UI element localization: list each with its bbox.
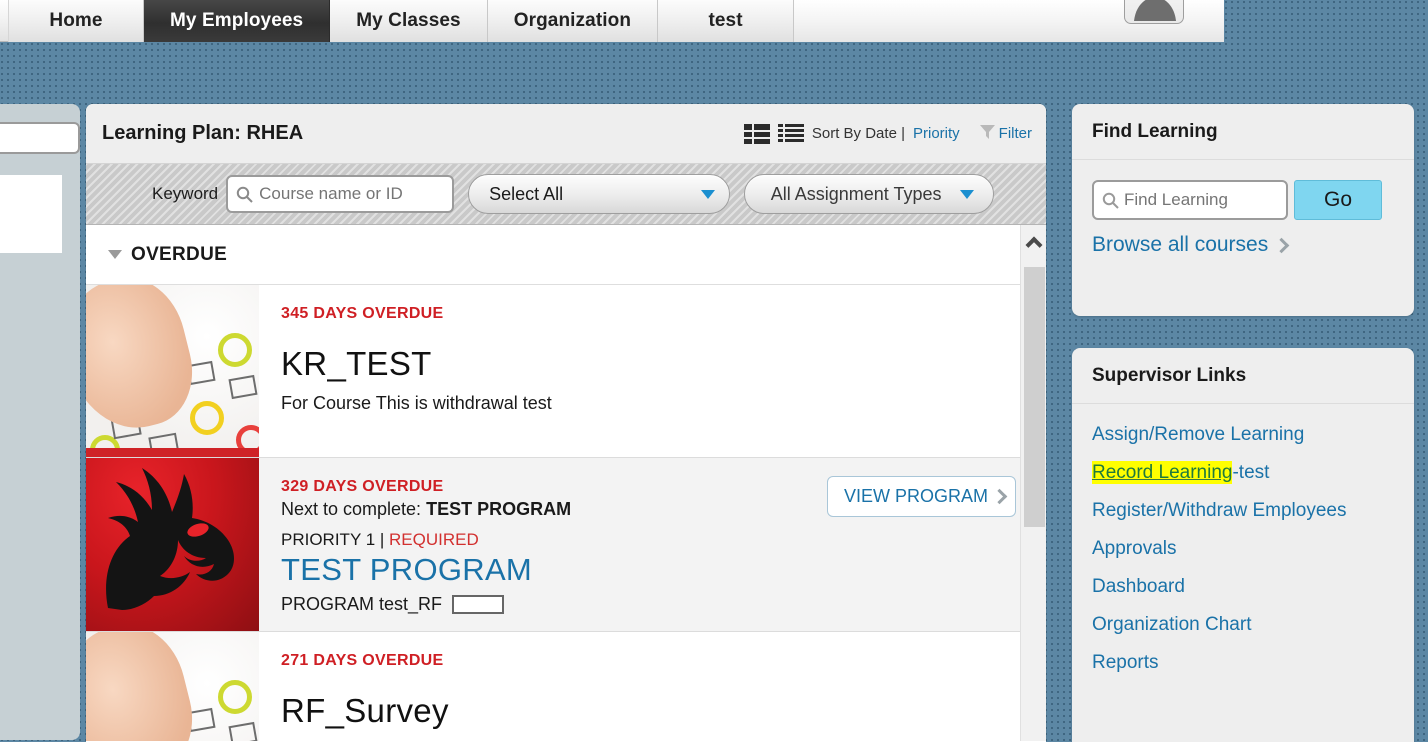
assignment-types-label: All Assignment Types [770, 183, 942, 204]
browse-all-courses-row[interactable]: Browse all courses [1092, 233, 1394, 257]
scroll-up-button[interactable] [1021, 225, 1046, 259]
learning-plan-header: Learning Plan: RHEA Sort By Date | Prior… [86, 104, 1046, 164]
find-learning-body: Go Browse all courses [1072, 160, 1414, 277]
next-to-complete-value: TEST PROGRAM [426, 499, 572, 519]
record-learning-highlighted-text: Record Learning [1092, 461, 1233, 484]
course-title: KR_TEST [281, 345, 432, 382]
course-details: 329 DAYS OVERDUE Next to complete: TEST … [259, 458, 1046, 631]
record-learning-suffix: -test [1232, 462, 1270, 483]
select-all-dropdown[interactable]: Select All [468, 174, 731, 214]
tab-organization[interactable]: Organization [487, 0, 659, 42]
nav-tabs: Home My Employees My Classes Organizatio… [8, 0, 795, 42]
chevron-down-icon [959, 189, 974, 199]
sidebar-item-assign-remove-learning[interactable]: Assign/Remove Learning [1092, 424, 1304, 446]
sidebar-item-organization-chart[interactable]: Organization Chart [1092, 614, 1251, 636]
find-learning-input[interactable] [1122, 189, 1272, 211]
filter-bar: Keyword Select All All Assignment Types [86, 164, 1046, 225]
course-description: PROGRAM test_RF [281, 594, 443, 614]
view-program-button[interactable]: VIEW PROGRAM [826, 476, 1016, 517]
select-all-label: Select All [489, 183, 564, 204]
left-partial-input[interactable] [0, 122, 80, 154]
view-program-label: VIEW PROGRAM [843, 486, 988, 506]
course-details: 271 DAYS OVERDUE RF_Survey [259, 632, 1046, 741]
tab-home[interactable]: Home [8, 0, 144, 42]
status-badge: 345 DAYS OVERDUE [281, 305, 444, 322]
left-partial-box [0, 175, 62, 253]
assignment-types-dropdown[interactable]: All Assignment Types [744, 174, 995, 214]
keyword-label: Keyword [152, 184, 219, 203]
sidebar-item-approvals[interactable]: Approvals [1092, 538, 1177, 560]
chevron-right-icon [991, 488, 1008, 505]
browse-all-courses-link[interactable]: Browse all courses [1092, 233, 1268, 257]
triangle-down-icon[interactable] [108, 250, 122, 259]
page-root: Home My Employees My Classes Organizatio… [0, 0, 1428, 742]
course-details: 345 DAYS OVERDUE KR_TEST For Course This… [259, 285, 1046, 457]
supervisor-links-panel: Supervisor Links Assign/Remove Learning … [1072, 348, 1414, 742]
supervisor-links-body: Assign/Remove Learning Record Learning-t… [1072, 404, 1414, 710]
program-input-field[interactable] [452, 595, 505, 614]
group-header-overdue[interactable]: OVERDUE [86, 225, 1046, 285]
sort-by-date-label: Sort By Date | [811, 125, 905, 142]
find-learning-field[interactable] [1092, 180, 1288, 220]
tab-test[interactable]: test [658, 0, 795, 42]
next-to-complete-label: Next to complete: [281, 499, 422, 519]
header-tools: Sort By Date | Priority Filter [743, 104, 1032, 163]
keyword-search-field[interactable] [226, 175, 455, 213]
chevron-right-icon [1273, 237, 1290, 253]
status-badge: 271 DAYS OVERDUE [281, 652, 444, 669]
search-icon [236, 186, 253, 203]
funnel-filter-icon [979, 124, 995, 144]
survey-checkboxes-image [86, 632, 259, 741]
sidebar-item-dashboard[interactable]: Dashboard [1092, 576, 1185, 598]
tab-my-employees[interactable]: My Employees [144, 0, 331, 42]
table-row[interactable]: 345 DAYS OVERDUE KR_TEST For Course This… [86, 285, 1046, 458]
chevron-up-icon [1025, 236, 1043, 253]
go-button[interactable]: Go [1294, 180, 1382, 220]
filter-control[interactable]: Filter [979, 124, 1032, 144]
find-learning-search-row: Go [1092, 180, 1394, 220]
sidebar-item-register-withdraw-employees[interactable]: Register/Withdraw Employees [1092, 500, 1346, 522]
course-description: For Course This is withdrawal test [281, 393, 552, 413]
table-row[interactable]: 329 DAYS OVERDUE Next to complete: TEST … [86, 458, 1046, 632]
grid-view-icon[interactable] [743, 123, 770, 145]
find-learning-title: Find Learning [1072, 104, 1414, 160]
sidebar-item-record-learning[interactable]: Record Learning-test [1092, 461, 1270, 484]
sidebar-item-reports[interactable]: Reports [1092, 652, 1159, 674]
course-list: OVERDUE 345 DAYS OVERDUE KR_TEST For Cou… [86, 225, 1046, 741]
course-title-link[interactable]: TEST PROGRAM [281, 552, 1026, 588]
supervisor-links-title: Supervisor Links [1072, 348, 1414, 404]
required-badge: REQUIRED [389, 530, 479, 549]
priority-label: PRIORITY 1 | [281, 530, 385, 549]
group-label: OVERDUE [131, 243, 228, 265]
top-navigation-bar: Home My Employees My Classes Organizatio… [0, 0, 1224, 42]
user-avatar-icon[interactable] [1124, 0, 1184, 24]
table-row[interactable]: 271 DAYS OVERDUE RF_Survey [86, 632, 1046, 741]
vertical-scrollbar[interactable] [1020, 225, 1046, 741]
tab-my-classes[interactable]: My Classes [330, 0, 488, 42]
sort-priority-link[interactable]: Priority [913, 125, 960, 142]
filter-label[interactable]: Filter [999, 125, 1032, 142]
scrollbar-thumb[interactable] [1024, 267, 1045, 527]
priority-line: PRIORITY 1 | REQUIRED [281, 530, 1026, 550]
page-title: Learning Plan: RHEA [102, 122, 304, 144]
course-title: RF_Survey [281, 692, 449, 729]
program-description-row: PROGRAM test_RF [281, 594, 1026, 615]
find-learning-panel: Find Learning Go Browse all courses [1072, 104, 1414, 316]
chevron-down-icon [701, 189, 716, 199]
learning-plan-card: Learning Plan: RHEA Sort By Date | Prior… [86, 104, 1046, 742]
search-input[interactable] [257, 183, 438, 205]
search-icon [1102, 192, 1119, 209]
list-view-icon[interactable] [777, 123, 804, 145]
dragon-logo-image [86, 458, 259, 631]
survey-checkboxes-image [86, 285, 259, 457]
